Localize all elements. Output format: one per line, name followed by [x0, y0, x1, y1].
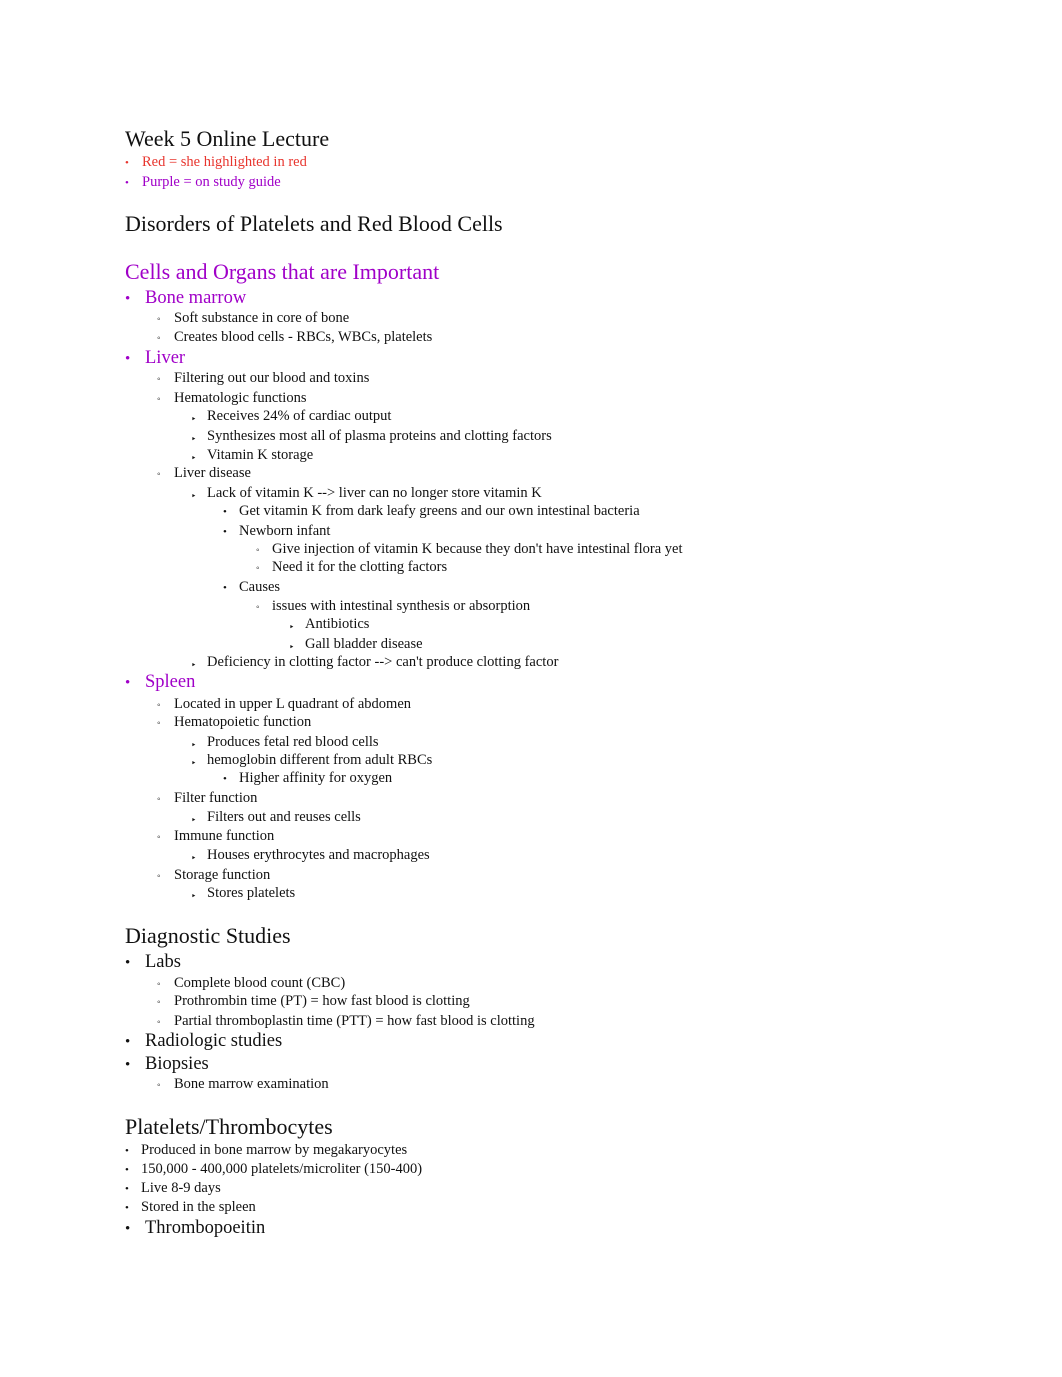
bullet-triangle-icon: ‣: [191, 891, 197, 901]
bullet-disc-icon: •: [125, 1202, 129, 1214]
bullet-circle-icon: ◦: [157, 394, 161, 405]
list-item-text: Need it for the clotting factors: [272, 559, 448, 575]
list-item-text: Get vitamin K from dark leafy greens and…: [239, 503, 640, 519]
list-item-text: Stores platelets: [207, 885, 296, 901]
list-item-text: Houses erythrocytes and macrophages: [207, 847, 430, 863]
bullet-circle-icon: ◦: [157, 997, 161, 1008]
list-item-text: Biopsies: [145, 1054, 209, 1074]
bullet-triangle-icon: ‣: [191, 740, 197, 750]
bullet-triangle-icon: ‣: [191, 491, 197, 501]
list-item-text: Filter function: [174, 790, 258, 806]
bullet-disc-icon: •: [125, 1221, 131, 1237]
bullet-disc-icon: •: [125, 157, 129, 169]
bullet-circle-icon: ◦: [157, 333, 161, 344]
section-heading-cells-organs: Cells and Organs that are Important: [125, 259, 440, 284]
bullet-circle-icon: ◦: [256, 602, 260, 613]
list-item-text: Filters out and reuses cells: [207, 809, 361, 825]
list-item-text: Bone marrow: [145, 288, 247, 308]
bullet-circle-icon: ◦: [157, 832, 161, 843]
bullet-disc-icon: •: [125, 1183, 129, 1195]
list-item-text: Thrombopoeitin: [145, 1218, 266, 1238]
list-item-text: Liver: [145, 348, 186, 368]
list-item-text: Liver disease: [174, 465, 251, 481]
list-item-text: Storage function: [174, 867, 271, 883]
bullet-circle-icon: ◦: [157, 374, 161, 385]
bullet-disc-icon: •: [125, 675, 131, 691]
bullet-circle-icon: ◦: [256, 545, 260, 556]
list-item-text: Receives 24% of cardiac output: [207, 408, 392, 424]
list-item-text: Labs: [145, 952, 181, 972]
bullet-disc-icon: •: [125, 1034, 131, 1050]
bullet-circle-icon: ◦: [157, 718, 161, 729]
list-item-text: Produced in bone marrow by megakaryocyte…: [141, 1142, 408, 1158]
bullet-circle-icon: ◦: [157, 979, 161, 990]
list-item-text: hemoglobin different from adult RBCs: [207, 752, 433, 768]
bullet-disc-icon: •: [125, 1057, 131, 1073]
list-item-text: 150,000 - 400,000 platelets/microliter (…: [141, 1161, 423, 1177]
list-item-text: Creates blood cells - RBCs, WBCs, platel…: [174, 329, 433, 345]
list-item-text: Soft substance in core of bone: [174, 310, 350, 326]
list-item-text: Radiologic studies: [145, 1031, 283, 1051]
bullet-triangle-icon: ‣: [289, 622, 295, 632]
list-item-text: Spleen: [145, 672, 196, 692]
list-item-text: Lack of vitamin K --> liver can no longe…: [207, 485, 542, 501]
bullet-circle-icon: ◦: [157, 700, 161, 711]
bullet-disc-icon: •: [223, 526, 227, 538]
bullet-circle-icon: ◦: [157, 794, 161, 805]
list-item-text: issues with intestinal synthesis or abso…: [272, 598, 531, 614]
document-page: Week 5 Online Lecture • Red = she highli…: [125, 126, 683, 1238]
document-title: Week 5 Online Lecture: [125, 126, 330, 151]
bullet-triangle-icon: ‣: [191, 758, 197, 768]
list-item-text: Bone marrow examination: [174, 1076, 329, 1092]
list-item-text: Complete blood count (CBC): [174, 975, 346, 991]
list-item-text: Immune function: [174, 828, 275, 844]
list-item-text: Produces fetal red blood cells: [207, 734, 379, 750]
list-item-text: Synthesizes most all of plasma proteins …: [207, 428, 552, 444]
list-item-text: Hematologic functions: [174, 390, 307, 406]
bullet-disc-icon: •: [125, 1145, 129, 1157]
bullet-disc-icon: •: [223, 506, 227, 518]
list-item-text: Located in upper L quadrant of abdomen: [174, 696, 412, 712]
list-item-text: Prothrombin time (PT) = how fast blood i…: [174, 993, 470, 1009]
list-item-text: Newborn infant: [239, 523, 331, 539]
section-heading-disorders: Disorders of Platelets and Red Blood Cel…: [125, 211, 503, 236]
list-item-text: Live 8-9 days: [141, 1180, 221, 1196]
bullet-disc-icon: •: [125, 955, 131, 971]
bullet-circle-icon: ◦: [157, 469, 161, 480]
list-item-text: Filtering out our blood and toxins: [174, 370, 370, 386]
bullet-disc-icon: •: [223, 582, 227, 594]
bullet-triangle-icon: ‣: [191, 414, 197, 424]
bullet-disc-icon: •: [125, 1164, 129, 1176]
list-item-text: Causes: [239, 579, 281, 595]
bullet-circle-icon: ◦: [157, 1080, 161, 1091]
list-item-text: Give injection of vitamin K because they…: [272, 541, 683, 557]
bullet-circle-icon: ◦: [157, 314, 161, 325]
bullet-disc-icon: •: [125, 351, 131, 367]
list-item-text: Higher affinity for oxygen: [239, 770, 393, 786]
section-heading-platelets: Platelets/Thrombocytes: [125, 1114, 333, 1139]
bullet-circle-icon: ◦: [256, 563, 260, 574]
list-item-text: Gall bladder disease: [305, 636, 423, 652]
list-item-text: Stored in the spleen: [141, 1199, 256, 1215]
list-item-text: Hematopoietic function: [174, 714, 312, 730]
bullet-circle-icon: ◦: [157, 1017, 161, 1028]
list-item-text: Deficiency in clotting factor --> can't …: [207, 654, 559, 670]
bullet-disc-icon: •: [223, 773, 227, 785]
bullet-triangle-icon: ‣: [191, 434, 197, 444]
bullet-disc-icon: •: [125, 177, 129, 189]
bullet-circle-icon: ◦: [157, 871, 161, 882]
bullet-disc-icon: •: [125, 291, 131, 307]
section-heading-diagnostic: Diagnostic Studies: [125, 923, 291, 948]
list-item-text: Vitamin K storage: [207, 447, 314, 463]
list-item-text: Antibiotics: [305, 616, 370, 632]
list-item-text: Partial thromboplastin time (PTT) = how …: [174, 1013, 535, 1029]
